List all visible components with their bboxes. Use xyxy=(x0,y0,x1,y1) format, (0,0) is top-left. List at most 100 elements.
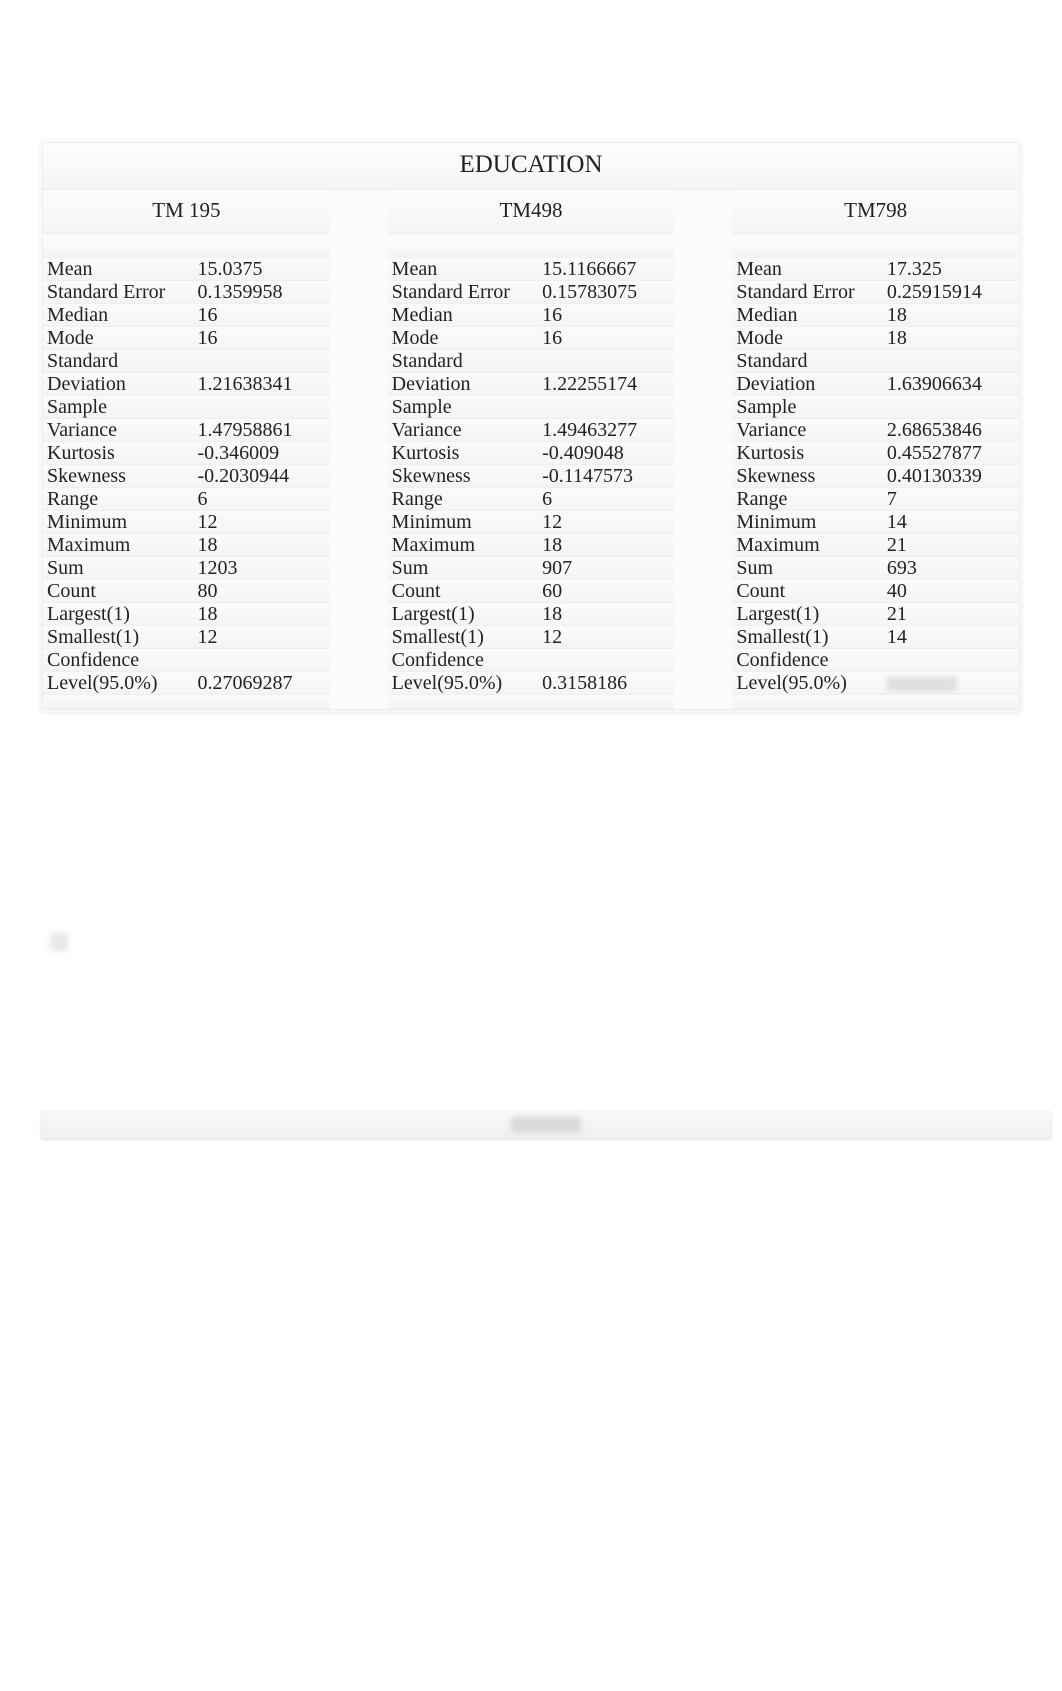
stat-value: 12 xyxy=(197,627,325,647)
table-row: Count60 xyxy=(388,580,675,603)
rows-container: Mean15.1166667Standard Error0.15783075Me… xyxy=(388,234,675,709)
footer-blur-text xyxy=(511,1117,581,1133)
stat-label: Kurtosis xyxy=(392,443,542,463)
table-row: Standard Error0.1359958 xyxy=(43,281,330,304)
stat-label: Mean xyxy=(736,259,886,279)
blank-row xyxy=(43,244,330,258)
stat-label: Sum xyxy=(47,558,197,578)
table-row: Deviation1.21638341 xyxy=(43,373,330,396)
stat-label: Level(95.0%) xyxy=(47,673,197,693)
stat-label: Kurtosis xyxy=(47,443,197,463)
table-row: Mean15.1166667 xyxy=(388,258,675,281)
table-row: Deviation1.63906634 xyxy=(732,373,1019,396)
table-row: Smallest(1)12 xyxy=(388,626,675,649)
stat-value: 0.45527877 xyxy=(887,443,1015,463)
stat-value: 16 xyxy=(197,328,325,348)
stat-value xyxy=(887,650,1015,670)
stat-value: 1.22255174 xyxy=(542,374,670,394)
stat-value: 0.3158186 xyxy=(542,673,670,693)
blank-row xyxy=(43,695,330,709)
stat-label: Largest(1) xyxy=(392,604,542,624)
stat-value: 6 xyxy=(542,489,670,509)
stat-value: 16 xyxy=(542,305,670,325)
stat-label: Skewness xyxy=(392,466,542,486)
obscured-value xyxy=(887,677,957,691)
stat-value: 14 xyxy=(887,627,1015,647)
stat-value: -0.2030944 xyxy=(197,466,325,486)
stat-value: 18 xyxy=(542,535,670,555)
table-row: Sample xyxy=(388,396,675,419)
stat-value xyxy=(197,397,325,417)
stat-label: Range xyxy=(47,489,197,509)
stat-value: 18 xyxy=(542,604,670,624)
stat-value: -0.1147573 xyxy=(542,466,670,486)
table-row: Median16 xyxy=(43,304,330,327)
stat-value xyxy=(542,650,670,670)
table-row: Maximum18 xyxy=(388,534,675,557)
table-row: Minimum12 xyxy=(43,511,330,534)
stat-label: Minimum xyxy=(736,512,886,532)
table-row: Range6 xyxy=(388,488,675,511)
table-row: Mode16 xyxy=(388,327,675,350)
table-row: Largest(1)18 xyxy=(388,603,675,626)
stat-label: Mode xyxy=(736,328,886,348)
table-row: Maximum21 xyxy=(732,534,1019,557)
stat-label: Mean xyxy=(392,259,542,279)
columns-container: TM 195Mean15.0375Standard Error0.1359958… xyxy=(43,190,1019,709)
stat-value: 16 xyxy=(197,305,325,325)
table-row: Largest(1)18 xyxy=(43,603,330,626)
table-row: Variance1.47958861 xyxy=(43,419,330,442)
table-row: Deviation1.22255174 xyxy=(388,373,675,396)
table-row: Confidence xyxy=(388,649,675,672)
table-row: Median16 xyxy=(388,304,675,327)
blank-row xyxy=(388,244,675,258)
table-row: Count80 xyxy=(43,580,330,603)
stat-label: Deviation xyxy=(392,374,542,394)
table-row: Kurtosis0.45527877 xyxy=(732,442,1019,465)
blank-row xyxy=(732,695,1019,709)
table-row: Smallest(1)12 xyxy=(43,626,330,649)
table-row: Level(95.0%)0.3158186 xyxy=(388,672,675,695)
table-row: Mode16 xyxy=(43,327,330,350)
stat-value: 1203 xyxy=(197,558,325,578)
stat-label: Standard xyxy=(392,351,542,371)
table-row: Mean17.325 xyxy=(732,258,1019,281)
stat-value: 21 xyxy=(887,604,1015,624)
stats-column: TM 195Mean15.0375Standard Error0.1359958… xyxy=(43,190,330,709)
stat-value xyxy=(887,673,1015,693)
stat-label: Smallest(1) xyxy=(392,627,542,647)
stat-value: 907 xyxy=(542,558,670,578)
table-row: Count40 xyxy=(732,580,1019,603)
stat-label: Skewness xyxy=(736,466,886,486)
stat-value xyxy=(887,397,1015,417)
stat-label: Median xyxy=(47,305,197,325)
table-title: EDUCATION xyxy=(43,143,1019,190)
table-row: Sum693 xyxy=(732,557,1019,580)
table-row: Maximum18 xyxy=(43,534,330,557)
table-row: Confidence xyxy=(732,649,1019,672)
stat-label: Standard Error xyxy=(47,282,197,302)
stat-value: 0.25915914 xyxy=(887,282,1015,302)
stat-label: Variance xyxy=(47,420,197,440)
stat-label: Median xyxy=(392,305,542,325)
stat-value: 21 xyxy=(887,535,1015,555)
table-row: Skewness-0.2030944 xyxy=(43,465,330,488)
stat-value: -0.409048 xyxy=(542,443,670,463)
stat-label: Minimum xyxy=(392,512,542,532)
stat-label: Standard Error xyxy=(392,282,542,302)
stat-label: Confidence xyxy=(736,650,886,670)
table-row: Standard Error0.25915914 xyxy=(732,281,1019,304)
stat-value: 12 xyxy=(542,512,670,532)
stat-value: 80 xyxy=(197,581,325,601)
stat-value: 15.0375 xyxy=(197,259,325,279)
stat-label: Standard xyxy=(736,351,886,371)
stat-label: Standard xyxy=(47,351,197,371)
stat-value xyxy=(887,351,1015,371)
table-row: Standard xyxy=(388,350,675,373)
stat-label: Mean xyxy=(47,259,197,279)
stat-label: Mode xyxy=(47,328,197,348)
stat-value: 12 xyxy=(542,627,670,647)
table-row: Sample xyxy=(43,396,330,419)
stat-label: Sample xyxy=(47,397,197,417)
stats-table: EDUCATION TM 195Mean15.0375Standard Erro… xyxy=(42,142,1020,710)
